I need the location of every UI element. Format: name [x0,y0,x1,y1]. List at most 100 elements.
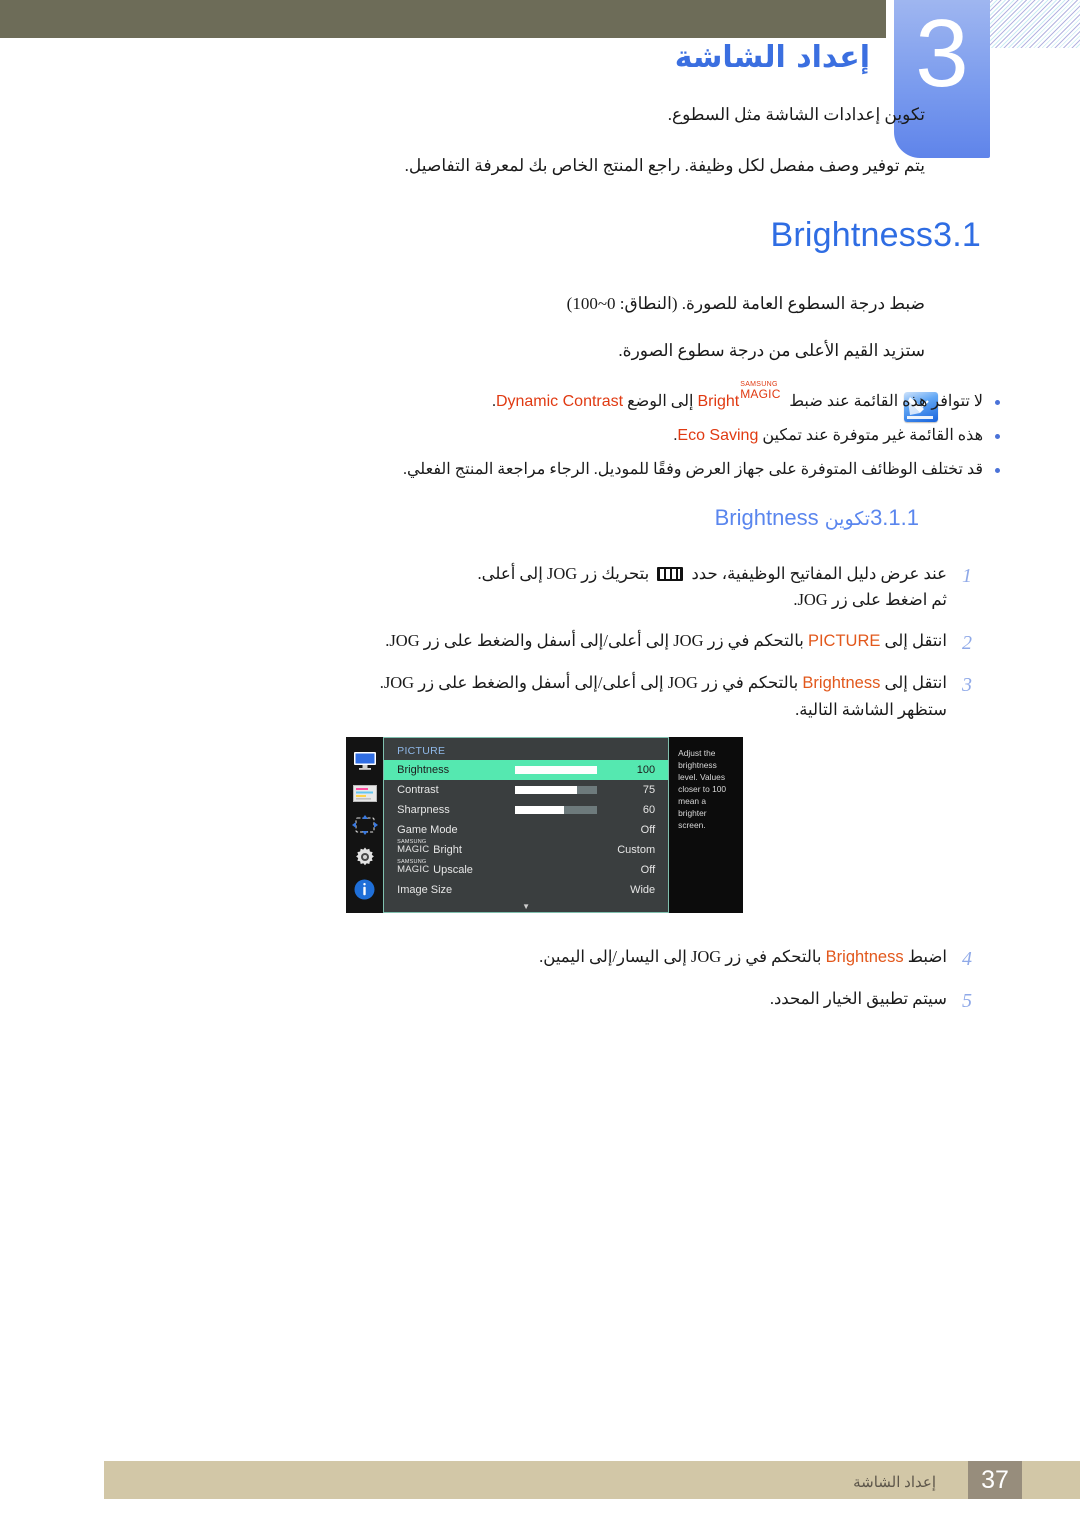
paragraph-range: ضبط درجة السطوع العامة للصورة. (النطاق: … [566,294,925,313]
note-item: لا تتوافر هذه القائمة عند ضبط SAMSUNG MAG… [70,381,1010,413]
osd-menu-panel: PICTURE Brightness 100 Contrast 75 Sharp… [383,737,670,913]
step-item: 1 عند عرض دليل المفاتيح الوظيفية، حدد بت… [0,562,972,612]
step-number: 3 [962,673,972,696]
note-text-middle: إلى الوضع [623,393,698,410]
osd-screenshot: PICTURE Brightness 100 Contrast 75 Sharp… [346,737,743,913]
osd-slider[interactable] [515,786,598,794]
note-text-prefix: لا تتوافر هذه القائمة عند ضبط [785,393,983,410]
note-item: هذه القائمة غير متوفرة عند تمكين Eco Sav… [70,424,1010,447]
note-list: لا تتوافر هذه القائمة عند ضبط SAMSUNG MAG… [0,381,1010,482]
step-number: 5 [962,989,972,1012]
osd-slider-fill [515,786,577,794]
subsection-number: 3.1.1 [870,505,919,530]
step-keyword: Brightness [825,948,904,966]
step-item: 5 سيتم تطبيق الخيار المحدد. [0,987,972,1012]
step-text-b: بالتحكم في زر JOG إلى أعلى/إلى أسفل والض… [385,630,808,650]
chapter-title: إعداد الشاشة [674,40,870,75]
bullet-dot [995,399,1000,405]
osd-slider-track [515,786,598,794]
intro-paragraph-1: تكوين إعدادات الشاشة مثل السطوع. [667,105,925,124]
note-magic-suffix: Bright [697,393,740,410]
osd-help-text: Adjust the brightness level. Values clos… [669,737,743,913]
osd-slider-track [515,806,598,814]
osd-slider[interactable] [515,806,598,814]
step-text-line2: ثم اضغط على زر JOG. [793,589,947,609]
osd-row-value: Off [640,824,656,836]
osd-row-label: SAMSUNG MAGIC Upscale [397,858,515,876]
note-block: لا تتوافر هذه القائمة عند ضبط SAMSUNG MAG… [0,381,1010,493]
osd-row-label: Game Mode [397,824,458,836]
monitor-icon[interactable] [352,751,378,772]
chapter-number: 3 [915,0,969,107]
osd-row-contrast[interactable]: Contrast 75 [384,780,668,800]
section-number: 3.1 [933,216,981,254]
section-heading: 3.1Brightness [0,216,1005,255]
step-text-a: اضبط [903,947,947,966]
osd-row-value: 60 [642,804,656,816]
osd-row-magicupscale[interactable]: SAMSUNG MAGIC Upscale Off [384,858,668,880]
jog-guide-icon [657,567,684,581]
gear-icon[interactable] [352,847,378,868]
step-text-b: بالتحكم في زر JOG إلى أعلى/إلى أسفل والض… [379,672,803,692]
osd-row-value: Custom [617,844,656,856]
step-item: 3 انتقل إلى Brightness بالتحكم في زر JOG… [0,671,972,722]
samsung-magic-logo: SAMSUNG MAGIC [397,858,430,875]
step-item: 2 انتقل إلى PICTURE بالتحكم في زر JOG إل… [0,629,972,654]
subsection-label-ar: تكوين [824,508,871,530]
step-list: 1 عند عرض دليل المفاتيح الوظيفية، حدد بت… [0,562,972,739]
bullet-dot [995,434,1000,440]
color-panel-icon[interactable] [352,783,378,804]
step-text-b: بالتحكم في زر JOG إلى اليسار/إلى اليمين. [539,947,826,966]
intro-paragraph-2: يتم توفير وصف مفصل لكل وظيفة. راجع المنت… [404,156,925,175]
osd-slider-fill [515,806,565,814]
step-text-line2: ستظهر الشاشة التالية. [795,699,947,719]
samsung-magic-logo: SAMSUNG MAGIC [740,381,781,401]
section-title: Brightness [770,216,934,254]
osd-menu-title: PICTURE [397,745,446,757]
step-text-a: انتقل إلى [880,672,948,692]
chapter-tab: 3 [894,0,990,158]
scroll-down-icon[interactable]: ▼ [384,903,668,911]
subsection-heading: 3.1.1تكوين Brightness [0,505,947,531]
step-number: 2 [962,631,972,654]
osd-row-image-size[interactable]: Image Size Wide [384,880,668,900]
osd-row-label: Contrast [397,784,439,796]
header-band [0,0,886,38]
samsung-magic-logo: SAMSUNG MAGIC [397,838,430,855]
osd-slider-track [515,766,598,774]
step-text-a: عند عرض دليل المفاتيح الوظيفية، حدد [687,564,947,583]
osd-row-sharpness[interactable]: Sharpness 60 [384,800,668,820]
osd-row-label-text: Upscale [433,864,473,876]
osd-slider-fill [515,766,598,774]
osd-row-magicbright[interactable]: SAMSUNG MAGIC Bright Custom [384,838,668,860]
osd-row-label: Image Size [397,884,453,896]
subsection-label-en: Brightness [714,505,819,530]
osd-row-label: SAMSUNG MAGIC Bright [397,838,515,856]
osd-row-value: 75 [642,784,656,796]
step-number: 1 [962,565,972,587]
note-keyword: Eco Saving [677,427,759,445]
osd-row-value: 100 [636,764,656,776]
osd-row-label: Sharpness [397,804,450,816]
page-number: 37 [968,1461,1022,1499]
step-list-continued: 4 اضبط Brightness بالتحكم في زر JOG إلى … [0,945,972,1028]
osd-row-value: Off [640,864,656,876]
bullet-dot [995,468,1000,474]
note-text-prefix: هذه القائمة غير متوفرة عند تمكين [758,427,983,445]
resize-arrows-icon[interactable] [351,815,378,836]
osd-slider[interactable] [515,766,598,774]
note-keyword: Dynamic Contrast [495,393,624,410]
osd-row-label-text: Bright [433,844,462,856]
osd-row-brightness[interactable]: Brightness 100 [384,760,669,780]
step-item: 4 اضبط Brightness بالتحكم في زر JOG إلى … [0,945,972,970]
osd-row-value: Wide [630,884,656,896]
paragraph-values: ستزيد القيم الأعلى من درجة سطوع الصورة. [618,341,925,360]
info-icon[interactable] [352,879,378,900]
osd-row-game-mode[interactable]: Game Mode Off [384,820,668,840]
osd-sidebar [346,737,384,913]
note-text-plain: قد تختلف الوظائف المتوفرة على جهاز العرض… [402,461,983,479]
step-text-b: بتحريك زر JOG إلى أعلى. [477,564,654,583]
footer-section-name: إعداد الشاشة [853,1475,936,1491]
note-item: قد تختلف الوظائف المتوفرة على جهاز العرض… [70,458,1010,481]
step-text-a: انتقل إلى [880,630,948,650]
